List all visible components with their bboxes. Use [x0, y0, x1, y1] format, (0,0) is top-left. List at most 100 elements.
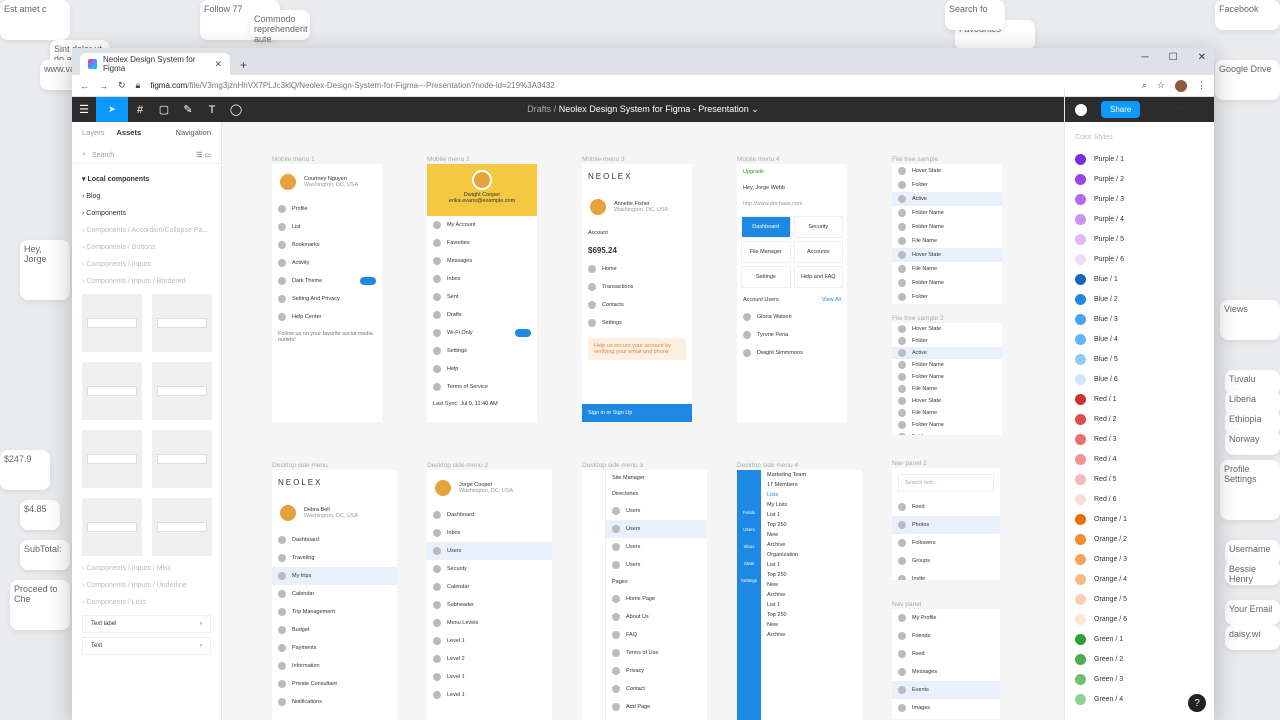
- menu-item[interactable]: Setting And Privacy: [272, 290, 382, 308]
- menu-item[interactable]: Folder Name: [892, 276, 1002, 290]
- menu-item[interactable]: Calendar: [272, 585, 397, 603]
- component-group-item[interactable]: › Components / Inputs / Misc: [72, 560, 221, 577]
- share-button[interactable]: Share: [1101, 101, 1141, 118]
- color-style-item[interactable]: Red / 3: [1075, 429, 1204, 449]
- menu-item[interactable]: Contact: [606, 680, 707, 698]
- color-style-item[interactable]: Blue / 1: [1075, 269, 1204, 289]
- menu-item[interactable]: Photos: [892, 516, 1000, 534]
- menu-item[interactable]: Privacy: [606, 662, 707, 680]
- zoom-level[interactable]: 56%: [1174, 106, 1188, 113]
- menu-item[interactable]: Followers: [892, 534, 1000, 552]
- color-style-item[interactable]: Blue / 3: [1075, 309, 1204, 329]
- list-component-row[interactable]: Text label ›: [82, 615, 211, 633]
- color-style-item[interactable]: Red / 6: [1075, 489, 1204, 509]
- component-group-item[interactable]: › Components / Lists: [72, 594, 221, 611]
- menu-item[interactable]: Notifications: [272, 693, 397, 711]
- dashboard-tile[interactable]: Help and FAQ: [793, 266, 843, 288]
- nav-rail-item[interactable]: Inbox: [737, 544, 761, 549]
- nav-rail-item[interactable]: Funds: [737, 510, 761, 515]
- menu-item[interactable]: Users: [606, 556, 707, 574]
- browser-tab[interactable]: Neolex Design System for Figma ✕: [80, 53, 230, 75]
- hamburger-icon[interactable]: ☰: [72, 103, 96, 116]
- color-style-item[interactable]: Blue / 6: [1075, 369, 1204, 389]
- menu-item[interactable]: Payments: [272, 639, 397, 657]
- color-style-item[interactable]: Green / 1: [1075, 629, 1204, 649]
- menu-item[interactable]: Contacts: [582, 296, 692, 314]
- local-components-header[interactable]: ▾ Local components: [72, 170, 221, 188]
- menu-item[interactable]: Organization: [761, 550, 862, 560]
- menu-item[interactable]: Events: [892, 681, 1000, 699]
- thumbnail[interactable]: [152, 498, 212, 556]
- url-field[interactable]: figma.com/file/V3mg3jznHhVX7PLJc3klQ/Neo…: [150, 81, 1132, 90]
- nav-rail-item[interactable]: Settings: [737, 578, 761, 583]
- thumbnail[interactable]: [82, 430, 142, 488]
- menu-item[interactable]: My Lists: [761, 500, 862, 510]
- nav-search-input[interactable]: Search text...: [898, 474, 994, 492]
- menu-item[interactable]: My trips: [272, 567, 397, 585]
- menu-item[interactable]: Active: [892, 192, 1002, 206]
- thumbnail[interactable]: [82, 294, 142, 352]
- menu-item[interactable]: Feed: [892, 645, 1000, 663]
- color-style-item[interactable]: Purple / 1: [1075, 149, 1204, 169]
- menu-item[interactable]: List: [272, 218, 382, 236]
- color-style-item[interactable]: Red / 2: [1075, 409, 1204, 429]
- color-style-item[interactable]: Red / 1: [1075, 389, 1204, 409]
- menu-item[interactable]: Calendar: [427, 578, 552, 596]
- menu-item[interactable]: File Name: [892, 407, 1002, 419]
- menu-item[interactable]: Security: [427, 560, 552, 578]
- color-style-item[interactable]: Orange / 6: [1075, 609, 1204, 629]
- menu-item[interactable]: Dashboard: [272, 531, 397, 549]
- menu-item[interactable]: About Us: [606, 608, 707, 626]
- menu-item[interactable]: Terms of Use: [606, 644, 707, 662]
- menu-item[interactable]: Top 250: [761, 570, 862, 580]
- menu-item[interactable]: Wi-Fi Only: [427, 324, 537, 342]
- color-style-item[interactable]: Orange / 1: [1075, 509, 1204, 529]
- menu-item[interactable]: Folder Name: [892, 220, 1002, 234]
- comment-tool-icon[interactable]: ◯: [224, 103, 248, 116]
- menu-item[interactable]: Inbox: [427, 524, 552, 542]
- menu-item[interactable]: Budget: [272, 621, 397, 639]
- component-group-item[interactable]: › Components / Inputs / Underline: [72, 577, 221, 594]
- menu-item[interactable]: Top 250: [761, 520, 862, 530]
- user-avatar[interactable]: [1075, 103, 1087, 116]
- menu-item[interactable]: Settings: [427, 342, 537, 360]
- menu-item[interactable]: Archive: [761, 590, 862, 600]
- drafts-link[interactable]: Drafts: [527, 104, 551, 114]
- color-style-item[interactable]: Green / 3: [1075, 669, 1204, 689]
- menu-item[interactable]: Users: [606, 538, 707, 556]
- menu-item[interactable]: File Name: [892, 383, 1002, 395]
- menu-item[interactable]: Dwight Simmmons: [737, 344, 847, 362]
- color-style-item[interactable]: Purple / 4: [1075, 209, 1204, 229]
- menu-item[interactable]: Hover State: [892, 395, 1002, 407]
- menu-item[interactable]: Gloria Watson: [737, 308, 847, 326]
- tab-assets[interactable]: Assets: [117, 128, 142, 137]
- dashboard-tile[interactable]: Dashboard: [741, 216, 791, 238]
- menu-item[interactable]: Active: [892, 347, 1002, 359]
- menu-item[interactable]: Invite: [892, 570, 1000, 580]
- avatar[interactable]: [588, 197, 608, 217]
- color-style-item[interactable]: Purple / 2: [1075, 169, 1204, 189]
- menu-item[interactable]: Archive: [761, 630, 862, 640]
- component-group-item[interactable]: › Components: [72, 205, 221, 222]
- shape-tool-icon[interactable]: ▢: [152, 103, 176, 116]
- avatar[interactable]: [278, 503, 298, 523]
- menu-item[interactable]: Subheader: [427, 596, 552, 614]
- color-style-item[interactable]: Orange / 4: [1075, 569, 1204, 589]
- menu-item[interactable]: Inbox: [427, 270, 537, 288]
- menu-item[interactable]: Tyrone Pena: [737, 326, 847, 344]
- menu-item[interactable]: Terms of Service: [427, 378, 537, 396]
- component-group-item[interactable]: › Components / Buttons: [72, 239, 221, 256]
- menu-item[interactable]: Private Consultant: [272, 675, 397, 693]
- menu-item[interactable]: Level 1: [427, 632, 552, 650]
- menu-item[interactable]: Folder: [892, 335, 1002, 347]
- menu-item[interactable]: Folder Name: [892, 206, 1002, 220]
- dashboard-tile[interactable]: Security: [793, 216, 843, 238]
- menu-item[interactable]: Groups: [892, 552, 1000, 570]
- color-style-item[interactable]: Orange / 2: [1075, 529, 1204, 549]
- menu-item[interactable]: Folder Name: [892, 371, 1002, 383]
- help-button[interactable]: ?: [1188, 694, 1206, 712]
- navigation-dropdown[interactable]: Navigation: [176, 128, 211, 137]
- menu-item[interactable]: Help Center: [272, 308, 382, 326]
- menu-item[interactable]: Information: [272, 657, 397, 675]
- forward-icon[interactable]: →: [99, 81, 108, 91]
